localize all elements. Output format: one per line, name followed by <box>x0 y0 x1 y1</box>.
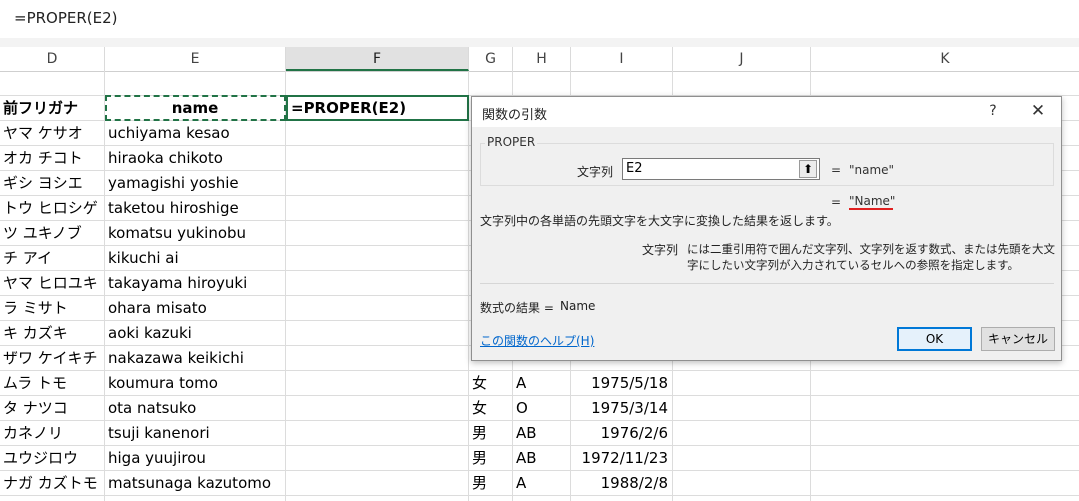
cell-e[interactable]: koumura tomo <box>105 371 285 395</box>
formula-text[interactable]: =PROPER(E2) <box>14 9 118 27</box>
text-argument-input[interactable]: E2 <box>622 158 820 180</box>
cell-d[interactable]: カネノリ <box>0 421 104 445</box>
cell-e[interactable]: ota natsuko <box>105 396 285 420</box>
function-description: 文字列中の各単語の先頭文字を大文字に変換した結果を返します。 <box>480 214 839 228</box>
cell-e[interactable]: tsuji kanenori <box>105 421 285 445</box>
cell-g[interactable]: 男 <box>469 446 512 470</box>
argument-value-preview: "name" <box>849 163 895 177</box>
argument-label: 文字列 <box>577 165 614 179</box>
active-cell-formula: =PROPER(E2) <box>291 99 407 117</box>
cell-i[interactable]: 1976/2/6 <box>571 421 672 445</box>
table-row: カネノリ tsuji kanenori 男 AB 1976/2/6 <box>0 421 1079 446</box>
cell-d[interactable]: トウ ヒロシゲ <box>0 196 104 220</box>
cell-h[interactable]: AB <box>513 421 570 445</box>
column-header-g[interactable]: G <box>469 47 513 71</box>
cell-d[interactable]: ヤマ ヒロユキ <box>0 271 104 295</box>
cell-g[interactable]: 女 <box>469 396 512 420</box>
cell-d[interactable]: タ ナツコ <box>0 396 104 420</box>
dialog-titlebar[interactable]: 関数の引数 ? ✕ <box>472 97 1061 127</box>
cell-d-header[interactable]: 前フリガナ <box>0 96 104 120</box>
cell-i[interactable]: 1988/2/8 <box>571 471 672 495</box>
cell-e[interactable]: nakazawa keikichi <box>105 346 285 370</box>
cell-e[interactable]: taketou hiroshige <box>105 196 285 220</box>
cell-e[interactable]: higa yuujirou <box>105 446 285 470</box>
collapse-dialog-icon[interactable]: ⬆ <box>799 160 817 178</box>
cell-d[interactable]: ヤマ ケサオ <box>0 121 104 145</box>
dialog-title: 関数の引数 <box>482 108 548 123</box>
table-row: ムラ トモ koumura tomo 女 A 1975/5/18 <box>0 371 1079 396</box>
cell-e[interactable]: kikuchi ai <box>105 246 285 270</box>
column-header-d[interactable]: D <box>0 47 105 71</box>
cell-d[interactable]: チ アイ <box>0 246 104 270</box>
table-row <box>0 71 1079 96</box>
cell-h[interactable]: O <box>513 396 570 420</box>
formula-result-value: Name <box>560 299 596 313</box>
formula-result-label: 数式の結果 = <box>480 301 554 315</box>
cell-d[interactable]: ユウジロウ <box>0 446 104 470</box>
cell-d[interactable]: ナガ カズトモ <box>0 471 104 495</box>
cell-h[interactable]: A <box>513 371 570 395</box>
formula-result-preview: "Name" <box>849 194 896 208</box>
cell-i[interactable]: 1975/3/14 <box>571 396 672 420</box>
active-cell-f2[interactable]: =PROPER(E2) <box>286 95 469 121</box>
cancel-button[interactable]: キャンセル <box>981 327 1055 351</box>
column-header-f[interactable]: F <box>286 47 469 71</box>
divider <box>480 283 1054 284</box>
cell-d[interactable]: ザワ ケイキチ <box>0 346 104 370</box>
function-arguments-dialog: 関数の引数 ? ✕ PROPER 文字列 E2 ⬆ = "name" = "Na… <box>471 96 1062 361</box>
cell-h[interactable]: A <box>513 471 570 495</box>
cell-e[interactable]: matsunaga kazutomo <box>105 471 285 495</box>
column-header-j[interactable]: J <box>673 47 811 71</box>
column-header-i[interactable]: I <box>571 47 673 71</box>
cell-e[interactable]: takayama hiroyuki <box>105 271 285 295</box>
cell-g[interactable]: 男 <box>469 471 512 495</box>
cell-e[interactable]: yamagishi yoshie <box>105 171 285 195</box>
cell-d[interactable]: キ カズキ <box>0 321 104 345</box>
cell-d[interactable]: ムラ トモ <box>0 371 104 395</box>
formula-result-equals: = <box>831 195 842 209</box>
cell-d[interactable]: ラ ミサト <box>0 296 104 320</box>
cell-d[interactable]: ツ ユキノブ <box>0 221 104 245</box>
formula-bar[interactable]: =PROPER(E2) <box>0 0 1079 39</box>
cell-g[interactable]: 女 <box>469 371 512 395</box>
copy-marquee <box>105 95 286 121</box>
cell-d[interactable]: オカ チコト <box>0 146 104 170</box>
cell-h[interactable]: AB <box>513 446 570 470</box>
cell-i[interactable]: 1975/5/18 <box>571 371 672 395</box>
argument-description-label: 文字列 <box>642 243 679 257</box>
column-header-k[interactable]: K <box>811 47 1079 71</box>
cell-e[interactable]: aoki kazuki <box>105 321 285 345</box>
table-row: ナガ カズトモ matsunaga kazutomo 男 A 1988/2/8 <box>0 471 1079 496</box>
table-row: タ ナツコ ota natsuko 女 O 1975/3/14 <box>0 396 1079 421</box>
help-icon[interactable]: ? <box>986 101 1000 121</box>
cell-d[interactable]: ギシ ヨシエ <box>0 171 104 195</box>
result-underline <box>849 208 893 210</box>
close-icon[interactable]: ✕ <box>1028 101 1048 121</box>
cell-e[interactable]: komatsu yukinobu <box>105 221 285 245</box>
cell-e[interactable]: uchiyama kesao <box>105 121 285 145</box>
cell-i[interactable]: 1972/11/23 <box>571 446 672 470</box>
argument-equals: = <box>831 163 842 177</box>
cell-g[interactable]: 男 <box>469 421 512 445</box>
function-help-link[interactable]: この関数のヘルプ(H) <box>480 332 594 349</box>
function-name: PROPER <box>485 135 538 149</box>
column-header-h[interactable]: H <box>513 47 571 71</box>
argument-description: には二重引用符で囲んだ文字列、文字列を返す数式、または先頭を大文字にしたい文字列… <box>687 242 1055 272</box>
column-header-bar: D E F G H I J K <box>0 47 1079 72</box>
cell-e[interactable]: hiraoka chikoto <box>105 146 285 170</box>
column-header-e[interactable]: E <box>105 47 286 71</box>
table-row: ユウジロウ higa yuujirou 男 AB 1972/11/23 <box>0 446 1079 471</box>
cell-e[interactable]: ohara misato <box>105 296 285 320</box>
ok-button[interactable]: OK <box>897 327 972 351</box>
